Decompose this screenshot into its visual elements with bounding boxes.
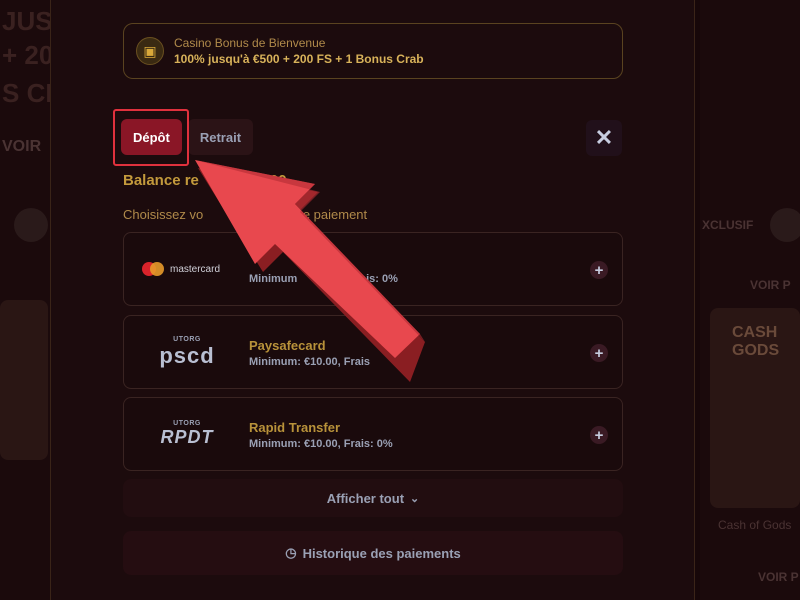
method-minimum: Minimum: €10.00, Frais bbox=[249, 356, 371, 368]
show-all-button[interactable]: Afficher tout ⌄ bbox=[123, 479, 623, 517]
bg-game-card bbox=[0, 300, 48, 460]
history-icon: ◷ bbox=[285, 545, 297, 560]
method-fees: Frais: 0% bbox=[349, 273, 398, 285]
bg-game-card: CASH GODS bbox=[710, 308, 800, 508]
logo-brand: RPDT bbox=[160, 427, 214, 447]
add-method-icon[interactable]: + bbox=[590, 261, 608, 279]
method-minimum: Minimum bbox=[249, 273, 298, 285]
choose-method-label: Choisissez vo e paiement bbox=[123, 207, 367, 222]
bg-circle bbox=[770, 208, 800, 242]
choose-text-end: e paiement bbox=[302, 207, 368, 222]
bonus-description: 100% jusqu'à €500 + 200 FS + 1 Bonus Cra… bbox=[174, 52, 424, 66]
welcome-bonus-banner[interactable]: ▣ Casino Bonus de Bienvenue 100% jusqu'à… bbox=[123, 23, 623, 79]
tab-deposit[interactable]: Dépôt bbox=[121, 119, 182, 155]
balance-label: Balance re bbox=[123, 172, 199, 189]
bg-text: XCLUSIF bbox=[702, 218, 754, 232]
payment-modal: ▣ Casino Bonus de Bienvenue 100% jusqu'à… bbox=[50, 0, 695, 600]
add-method-icon[interactable]: + bbox=[590, 426, 608, 444]
add-method-icon[interactable]: + bbox=[590, 344, 608, 362]
bg-art-label: CASH GODS bbox=[732, 324, 780, 359]
payment-method-paysafecard[interactable]: UTORG pscd Paysafecard Minimum: €10.00, … bbox=[123, 315, 623, 389]
choose-text-start: Choisissez vo bbox=[123, 207, 204, 222]
method-minimum: Minimum: €10.00, Frais: 0% bbox=[249, 438, 393, 450]
payment-history-button[interactable]: ◷ Historique des paiements bbox=[123, 531, 623, 575]
logo-provider: UTORG bbox=[173, 335, 201, 343]
balance-amount: €0.00 bbox=[249, 172, 287, 189]
bg-text: VOIR P bbox=[758, 570, 799, 584]
bg-text: VOIR P bbox=[750, 278, 791, 292]
tab-withdraw[interactable]: Retrait bbox=[187, 119, 254, 155]
payment-method-rapid-transfer[interactable]: UTORG RPDT Rapid Transfer Minimum: €10.0… bbox=[123, 397, 623, 471]
chevron-down-icon: ⌄ bbox=[410, 492, 420, 505]
close-icon[interactable]: ✕ bbox=[586, 120, 622, 156]
logo-brand: pscd bbox=[159, 342, 215, 368]
treasure-chest-icon: ▣ bbox=[136, 37, 164, 65]
method-name: Paysafecard bbox=[249, 338, 326, 353]
logo-provider: UTORG bbox=[173, 420, 201, 427]
mastercard-text: mastercard bbox=[170, 263, 221, 275]
background-right-panel: XCLUSIF VOIR P CASH GODS Cash of Gods VO… bbox=[700, 0, 800, 600]
mastercard-logo: mastercard bbox=[142, 233, 220, 305]
mastercard-icon bbox=[142, 262, 164, 276]
bg-circle bbox=[14, 208, 48, 242]
history-label: Historique des paiements bbox=[302, 545, 461, 561]
rapid-transfer-logo: UTORG RPDT bbox=[142, 398, 232, 470]
payment-tabs: Dépôt Retrait bbox=[121, 119, 254, 155]
bg-text: Cash of Gods bbox=[718, 518, 792, 532]
method-name: Rapid Transfer bbox=[249, 420, 341, 435]
paysafecard-logo: UTORG pscd bbox=[142, 316, 232, 388]
balance-line: Balance re €0.00 bbox=[123, 172, 287, 189]
payment-method-mastercard[interactable]: mastercard Minimum Frais: 0% + bbox=[123, 232, 623, 306]
bonus-title: Casino Bonus de Bienvenue bbox=[174, 36, 326, 50]
bg-text: + 20 bbox=[2, 40, 54, 70]
bg-text: VOIR bbox=[2, 138, 42, 155]
show-all-label: Afficher tout bbox=[326, 490, 405, 506]
